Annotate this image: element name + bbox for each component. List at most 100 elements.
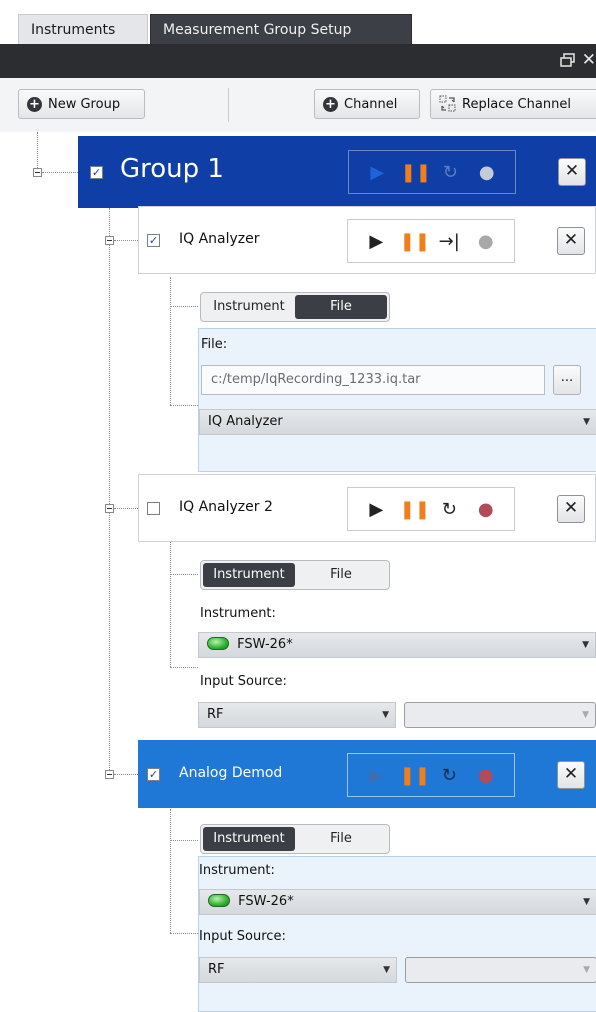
source-mode-toggle[interactable]: Instrument File [200, 292, 390, 322]
remove-channel-button[interactable]: ✕ [557, 761, 585, 789]
tree-line [170, 667, 198, 668]
pause-icon[interactable]: ❚❚ [400, 231, 430, 252]
channel-header-analog-demod[interactable]: ✓ Analog Demod ▶ ❚❚ ↻ ● ✕ [138, 740, 596, 808]
record-icon[interactable]: ● [473, 765, 499, 786]
tab-strip: Instruments Measurement Group Setup [0, 0, 596, 44]
add-channel-label: Channel [344, 96, 398, 112]
new-group-button[interactable]: + New Group [18, 89, 145, 119]
play-icon[interactable]: ▶ [363, 231, 389, 252]
channel-settings-iq-analyzer: File: c:/temp/IqRecording_1233.iq.tar ..… [198, 328, 596, 472]
restore-window-icon[interactable] [560, 53, 576, 67]
application-select-value: IQ Analyzer [208, 414, 283, 429]
tree-line [114, 508, 138, 509]
channel-run-controls: ▶ ❚❚ →| ● [347, 219, 515, 263]
channel-enable-checkbox[interactable]: ✓ [147, 768, 160, 781]
channel-run-controls: ▶ ❚❚ ↻ ● [347, 487, 515, 531]
browse-file-button[interactable]: ... [553, 365, 581, 395]
input-source-label: Input Source: [199, 929, 286, 944]
pause-icon[interactable]: ❚❚ [400, 499, 430, 520]
tree-line [170, 542, 171, 667]
source-mode-toggle[interactable]: Instrument File [200, 824, 390, 854]
dropdown-arrow-icon: ▼ [583, 417, 590, 427]
tab-instruments[interactable]: Instruments [18, 14, 148, 44]
replace-channel-button[interactable]: Replace Channel [430, 89, 596, 119]
mode-file-option[interactable]: File [295, 295, 387, 319]
collapse-channel-toggle[interactable] [105, 770, 114, 779]
collapse-channel-toggle[interactable] [105, 236, 114, 245]
channel-header-iq-analyzer-2[interactable]: IQ Analyzer 2 ▶ ❚❚ ↻ ● ✕ [138, 474, 596, 542]
instrument-select[interactable]: FSW-26* ▼ [198, 632, 596, 658]
group-tree: ✓ Group 1 ▶ ❚❚ ↻ ● ✕ ✓ IQ Analyzer ▶ ❚❚ … [0, 132, 596, 1012]
play-icon[interactable]: ▶ [364, 162, 390, 183]
collapse-channel-toggle[interactable] [105, 504, 114, 513]
play-icon[interactable]: ▶ [363, 499, 389, 520]
remove-channel-button[interactable]: ✕ [557, 227, 585, 255]
pause-icon[interactable]: ❚❚ [401, 162, 431, 183]
tree-line [170, 809, 171, 933]
mode-instrument-option[interactable]: Instrument [203, 827, 295, 851]
dropdown-arrow-icon: ▼ [383, 965, 390, 975]
channel-header-iq-analyzer[interactable]: ✓ IQ Analyzer ▶ ❚❚ →| ● ✕ [138, 206, 596, 274]
mode-instrument-option[interactable]: Instrument [203, 563, 295, 587]
channel-title: Analog Demod [179, 765, 283, 781]
tree-line [170, 277, 171, 405]
connection-led-icon [208, 894, 230, 907]
replace-channel-icon [439, 95, 456, 112]
mode-file-option[interactable]: File [295, 563, 387, 587]
tree-line [170, 840, 198, 841]
replace-channel-label: Replace Channel [462, 96, 571, 112]
play-icon[interactable]: ▶ [363, 765, 389, 786]
collapse-group-toggle[interactable] [33, 168, 42, 177]
new-group-label: New Group [48, 96, 121, 112]
panel-title-bar: ✕ [0, 44, 596, 78]
dropdown-arrow-icon: ▼ [583, 965, 590, 975]
instrument-select-value: FSW-26* [238, 894, 294, 909]
remove-group-button[interactable]: ✕ [558, 158, 586, 186]
close-panel-icon[interactable]: ✕ [582, 50, 596, 70]
channel-enable-checkbox[interactable] [147, 502, 160, 515]
input-source-value: RF [207, 707, 224, 722]
continuous-icon[interactable]: ↻ [436, 765, 462, 786]
tree-line [114, 774, 138, 775]
tree-line [42, 172, 78, 173]
mode-file-option[interactable]: File [295, 827, 387, 851]
pause-icon[interactable]: ❚❚ [400, 765, 430, 786]
input-source-secondary-select[interactable]: ▼ [405, 957, 596, 983]
group-header[interactable]: ✓ Group 1 ▶ ❚❚ ↻ ● ✕ [78, 136, 596, 208]
record-icon[interactable]: ● [473, 231, 499, 252]
file-path-field[interactable]: c:/temp/IqRecording_1233.iq.tar [201, 365, 545, 395]
record-icon[interactable]: ● [473, 499, 499, 520]
tree-line [109, 208, 110, 774]
dropdown-arrow-icon: ▼ [382, 710, 389, 720]
tab-measurement-group-setup[interactable]: Measurement Group Setup [150, 14, 412, 44]
instrument-label: Instrument: [199, 863, 275, 878]
toolbar-separator [228, 88, 229, 122]
instrument-label: Instrument: [200, 606, 276, 621]
tree-line [170, 574, 198, 575]
record-icon[interactable]: ● [474, 162, 500, 183]
group-enable-checkbox[interactable]: ✓ [90, 166, 103, 179]
plus-circle-icon: + [323, 96, 338, 112]
source-mode-toggle[interactable]: Instrument File [200, 560, 390, 590]
continuous-icon[interactable]: ↻ [436, 499, 462, 520]
input-source-select[interactable]: RF ▼ [199, 957, 397, 983]
mode-instrument-option[interactable]: Instrument [203, 295, 295, 319]
input-source-select[interactable]: RF ▼ [198, 702, 396, 728]
connection-led-icon [207, 637, 229, 650]
input-source-value: RF [208, 962, 225, 977]
file-label: File: [201, 337, 228, 352]
single-step-icon[interactable]: →| [436, 231, 462, 252]
channel-title: IQ Analyzer [179, 231, 260, 247]
channel-enable-checkbox[interactable]: ✓ [147, 234, 160, 247]
remove-channel-button[interactable]: ✕ [557, 495, 585, 523]
toolbar: + New Group + Channel Replace Channel [0, 78, 596, 132]
tree-line [114, 240, 138, 241]
instrument-select[interactable]: FSW-26* ▼ [199, 889, 596, 915]
application-select[interactable]: IQ Analyzer ▼ [199, 409, 596, 435]
plus-circle-icon: + [27, 96, 42, 112]
continuous-icon[interactable]: ↻ [437, 162, 463, 183]
input-source-secondary-select[interactable]: ▼ [404, 702, 596, 728]
add-channel-button[interactable]: + Channel [314, 89, 420, 119]
tree-line [37, 132, 38, 172]
input-source-label: Input Source: [200, 674, 287, 689]
